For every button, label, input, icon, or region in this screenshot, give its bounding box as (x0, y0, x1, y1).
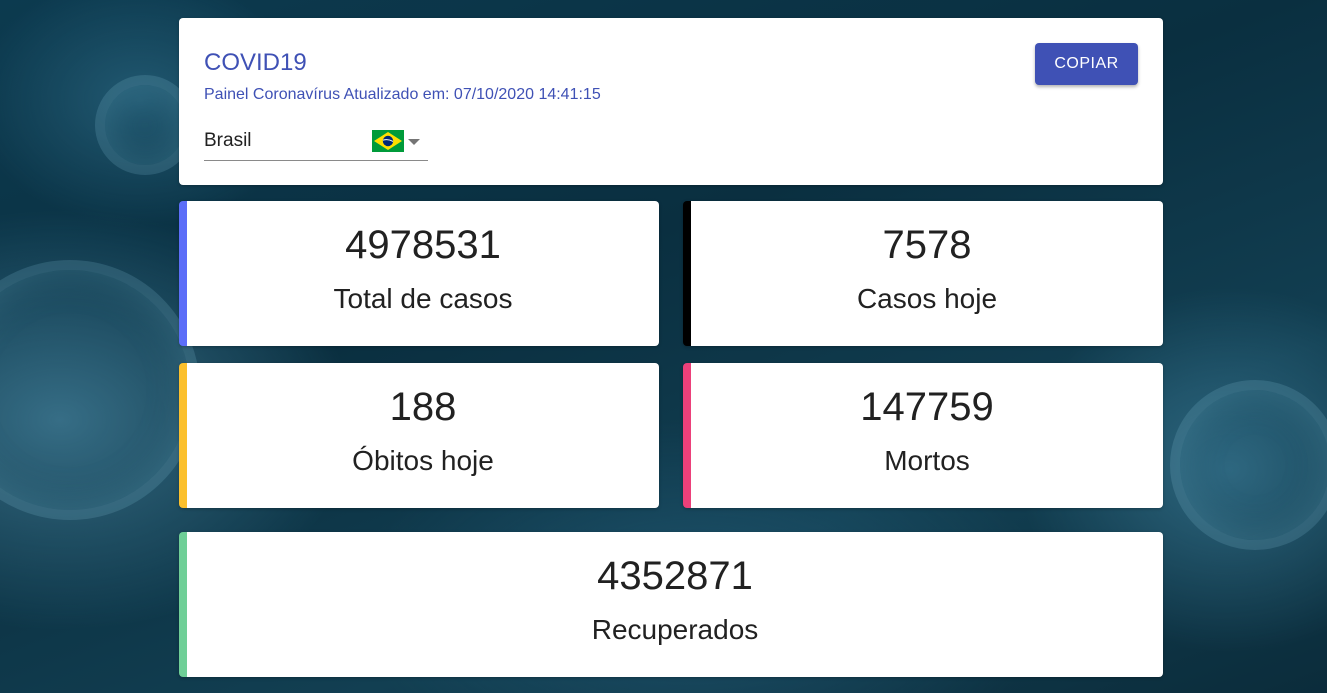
recovered-label: Recuperados (591, 614, 759, 645)
brazil-flag-icon (372, 130, 404, 152)
total-cases-card: 4978531 Total de casos (179, 201, 659, 346)
deaths-today-value: 188 (389, 385, 457, 429)
background-virus-decoration (1170, 380, 1327, 550)
deaths-card: 147759 Mortos (683, 363, 1163, 508)
country-selected-value: Brasil (204, 130, 252, 151)
cases-today-label: Casos hoje (856, 283, 998, 314)
chevron-down-icon (408, 139, 420, 145)
recovered-card: 4352871 Recuperados (179, 532, 1163, 677)
recovered-value: 4352871 (597, 554, 753, 598)
header-card: COVID19 Painel Coronavírus Atualizado em… (179, 18, 1163, 185)
country-select[interactable]: Brasil (204, 126, 428, 161)
total-cases-value: 4978531 (345, 223, 501, 267)
deaths-label: Mortos (884, 445, 970, 476)
copy-button[interactable]: COPIAR (1035, 43, 1138, 85)
cases-today-card: 7578 Casos hoje (683, 201, 1163, 346)
deaths-today-card: 188 Óbitos hoje (179, 363, 659, 508)
cases-today-value: 7578 (882, 223, 972, 267)
background-virus-decoration (0, 260, 200, 520)
last-updated-subtitle: Painel Coronavírus Atualizado em: 07/10/… (204, 86, 601, 103)
deaths-today-label: Óbitos hoje (352, 445, 494, 476)
total-cases-label: Total de casos (333, 283, 513, 314)
page-title: COVID19 (204, 49, 307, 76)
deaths-value: 147759 (860, 385, 994, 429)
